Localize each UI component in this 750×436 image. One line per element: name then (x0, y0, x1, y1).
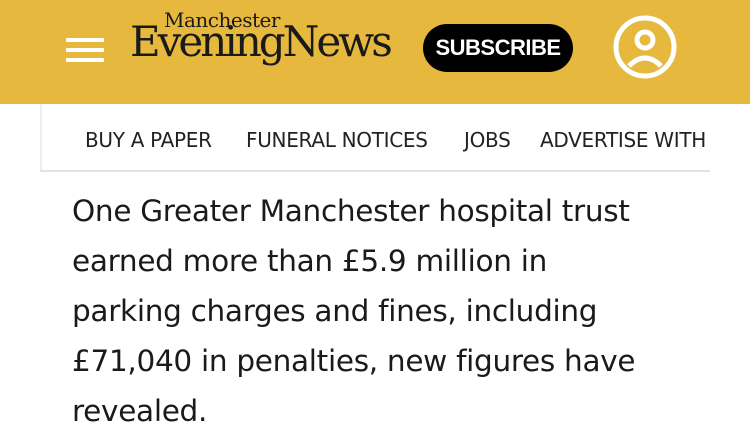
user-account-icon[interactable] (612, 14, 678, 80)
subscribe-button[interactable]: SUBSCRIBE (423, 24, 573, 72)
site-header: Manchester EveningNews SUBSCRIBE (0, 0, 750, 104)
nav-item-funeral-notices[interactable]: FUNERAL NOTICES (246, 128, 428, 152)
site-logo[interactable]: Manchester EveningNews (130, 8, 393, 72)
article-line: One Greater Manchester hospital trust (72, 194, 630, 228)
hamburger-menu-icon[interactable] (66, 38, 104, 62)
nav-item-jobs[interactable]: JOBS (464, 128, 511, 152)
article-intro: One Greater Manchester hospital trust ea… (72, 186, 712, 436)
article-line: earned more than £5.9 million in (72, 244, 547, 278)
nav-bar: BUY A PAPER FUNERAL NOTICES JOBS ADVERTI… (40, 104, 710, 172)
article-line: revealed. (72, 394, 208, 428)
nav-item-advertise-with[interactable]: ADVERTISE WITH (540, 128, 706, 152)
nav-item-buy-a-paper[interactable]: BUY A PAPER (85, 128, 212, 152)
logo-main-text: EveningNews (130, 17, 393, 66)
article-line: parking charges and fines, including (72, 294, 598, 328)
article-line: £71,040 in penalties, new figures have (72, 344, 636, 378)
